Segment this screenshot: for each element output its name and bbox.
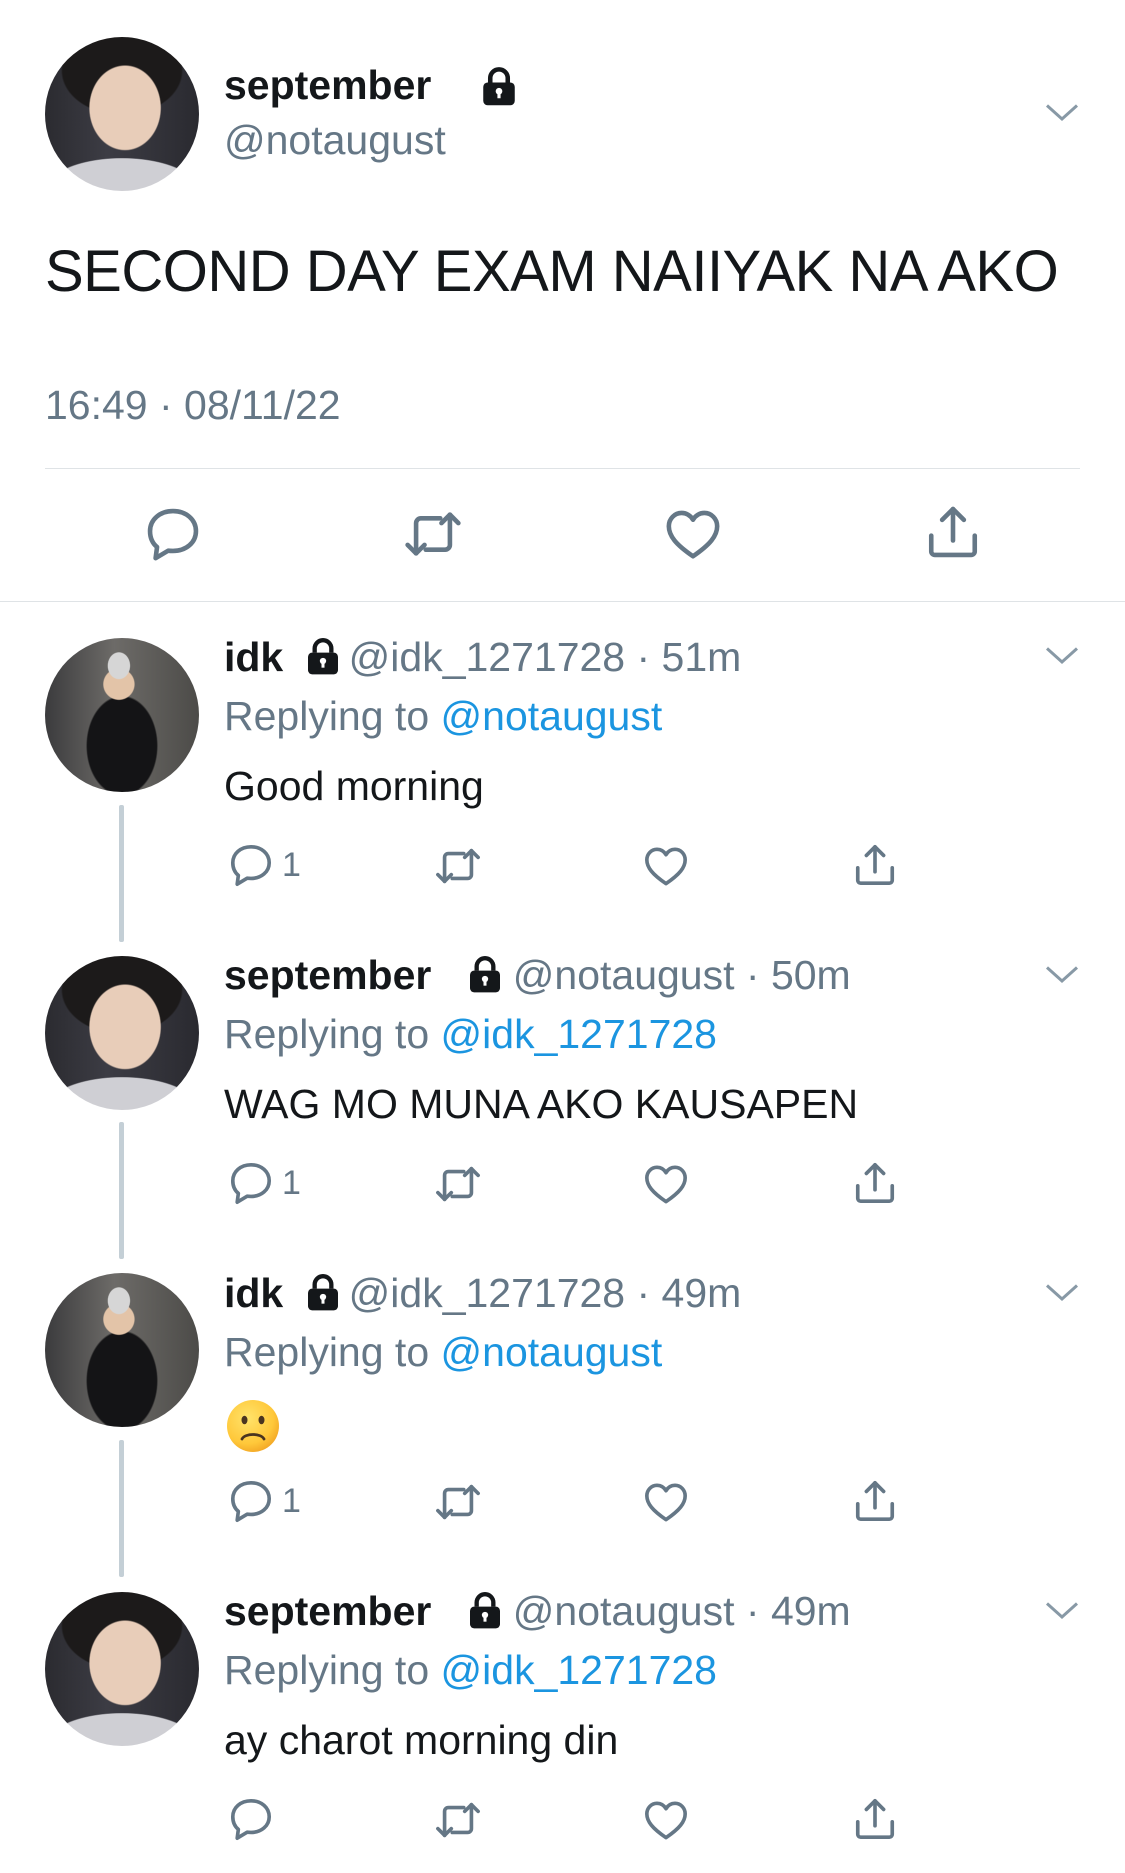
reply-age[interactable]: 51m <box>662 634 742 680</box>
tweet-timestamp[interactable]: 16:49 · 08/11/22 <box>45 382 341 429</box>
thread-line <box>119 805 124 942</box>
reply-button[interactable]: 1 <box>228 1160 301 1206</box>
share-icon[interactable] <box>852 1795 898 1843</box>
replying-to: Replying to @idk_1271728 <box>224 1647 717 1693</box>
reply-meta: idk @idk_1271728 · 49m <box>224 1270 742 1316</box>
avatar-september[interactable] <box>45 956 199 1110</box>
like-icon[interactable] <box>643 1161 689 1207</box>
mention-link[interactable]: @idk_1271728 <box>441 1011 717 1057</box>
chevron-down-icon[interactable] <box>1044 638 1080 674</box>
chevron-down-icon[interactable] <box>1044 1275 1080 1311</box>
reply-icon[interactable] <box>144 505 202 563</box>
lock-icon <box>465 1590 505 1630</box>
frowning-face-icon <box>227 1400 279 1452</box>
mention-link[interactable]: @notaugust <box>441 1329 663 1375</box>
like-icon[interactable] <box>664 505 722 563</box>
reply-author-name[interactable]: idk <box>224 1270 283 1316</box>
like-icon[interactable] <box>643 843 689 889</box>
like-icon[interactable] <box>643 1479 689 1525</box>
reply-count: 1 <box>282 1163 301 1202</box>
lock-icon <box>478 64 520 108</box>
share-icon[interactable] <box>852 1159 898 1207</box>
reply-age[interactable]: 49m <box>771 1588 851 1634</box>
avatar-idk[interactable] <box>45 638 199 792</box>
reply-author-name[interactable]: september <box>224 952 431 998</box>
reply-text: Good morning <box>224 763 484 809</box>
retweet-icon[interactable] <box>432 1797 484 1843</box>
reply-text: WAG MO MUNA AKO KAUSAPEN <box>224 1081 859 1127</box>
lock-icon <box>303 636 343 676</box>
reply-icon <box>228 1160 274 1206</box>
chevron-down-icon[interactable] <box>1044 957 1080 993</box>
reply-icon <box>228 842 274 888</box>
retweet-icon[interactable] <box>432 1161 484 1207</box>
retweet-icon[interactable] <box>432 1479 484 1525</box>
chevron-down-icon[interactable] <box>1044 95 1080 131</box>
reply-button[interactable]: 1 <box>228 1478 301 1524</box>
mention-link[interactable]: @notaugust <box>441 693 663 739</box>
reply-count: 1 <box>282 845 301 884</box>
chevron-down-icon[interactable] <box>1044 1593 1080 1629</box>
like-icon[interactable] <box>643 1797 689 1843</box>
reply-author-name[interactable]: september <box>224 1588 431 1634</box>
reply-meta: september @notaugust · 49m <box>224 1588 851 1634</box>
reply-count: 1 <box>282 1481 301 1520</box>
tweet-text: SECOND DAY EXAM NAIIYAK NA AKO <box>45 239 1059 304</box>
avatar-idk[interactable] <box>45 1273 199 1427</box>
author-name[interactable]: september <box>224 62 431 109</box>
reply-meta: september @notaugust · 50m <box>224 952 851 998</box>
reply-age[interactable]: 49m <box>662 1270 742 1316</box>
replying-to: Replying to @notaugust <box>224 1329 663 1375</box>
share-icon[interactable] <box>852 1477 898 1525</box>
reply-author-handle[interactable]: @notaugust <box>513 1588 735 1634</box>
share-icon[interactable] <box>852 841 898 889</box>
lock-icon <box>465 954 505 994</box>
thread-line <box>119 1440 124 1577</box>
avatar-september[interactable] <box>45 1592 199 1746</box>
avatar-september[interactable] <box>45 37 199 191</box>
author-handle[interactable]: @notaugust <box>224 117 446 164</box>
divider <box>0 601 1125 602</box>
retweet-icon[interactable] <box>402 505 464 563</box>
mention-link[interactable]: @idk_1271728 <box>441 1647 717 1693</box>
retweet-icon[interactable] <box>432 843 484 889</box>
reply-author-handle[interactable]: @idk_1271728 <box>349 1270 625 1316</box>
thread-line <box>119 1122 124 1259</box>
reply-author-handle[interactable]: @idk_1271728 <box>349 634 625 680</box>
reply-button[interactable] <box>228 1796 282 1842</box>
reply-text: ay charot morning din <box>224 1717 619 1763</box>
lock-icon <box>303 1272 343 1312</box>
reply-icon <box>228 1478 274 1524</box>
replying-to: Replying to @idk_1271728 <box>224 1011 717 1057</box>
reply-icon <box>228 1796 274 1842</box>
share-icon[interactable] <box>924 503 982 561</box>
reply-meta: idk @idk_1271728 · 51m <box>224 634 742 680</box>
reply-author-handle[interactable]: @notaugust <box>513 952 735 998</box>
reply-button[interactable]: 1 <box>228 842 301 888</box>
divider <box>45 468 1080 469</box>
reply-age[interactable]: 50m <box>771 952 851 998</box>
reply-author-name[interactable]: idk <box>224 634 283 680</box>
replying-to: Replying to @notaugust <box>224 693 663 739</box>
